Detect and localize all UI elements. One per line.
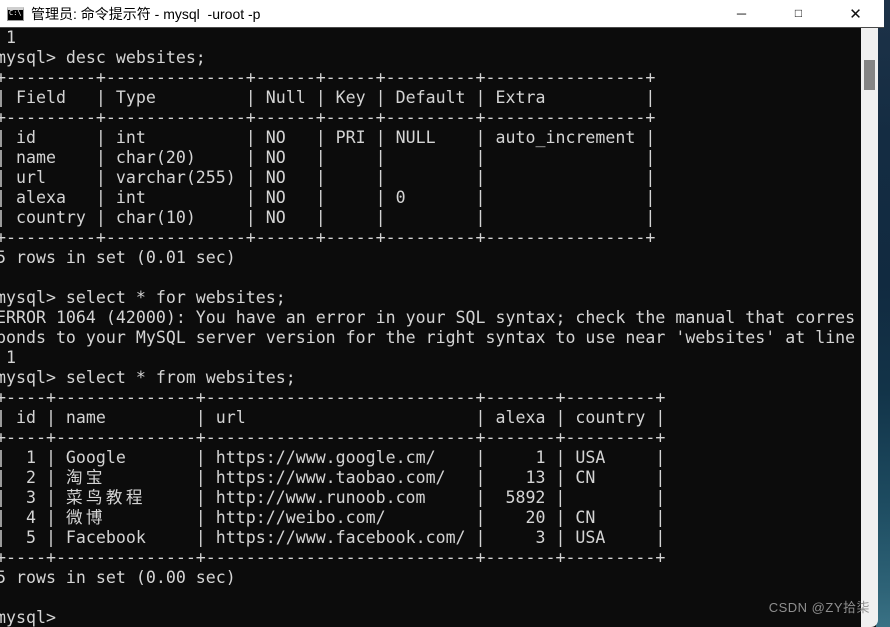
close-button[interactable]: ✕ xyxy=(827,0,884,27)
console-line: mysql> select * for websites; xyxy=(0,288,286,307)
console-line: +---------+--------------+------+-----+-… xyxy=(0,108,656,127)
console-line: | alexa | int | NO | | 0 | | xyxy=(0,188,656,207)
console-line: | url | varchar(255) | NO | | | | xyxy=(0,168,656,187)
scrollbar[interactable] xyxy=(861,28,878,627)
console-line: | 1 | Google | https://www.google.cm/ | … xyxy=(0,448,666,467)
scrollbar-thumb[interactable] xyxy=(864,60,875,90)
console-line: +----+--------------+-------------------… xyxy=(0,548,666,567)
titlebar[interactable]: C:\ 管理员: 命令提示符 - mysql -uroot -p ─ □ ✕ xyxy=(0,0,884,28)
window-controls: ─ □ ✕ xyxy=(713,0,884,27)
console-line: +---------+--------------+------+-----+-… xyxy=(0,68,656,87)
maximize-button[interactable]: □ xyxy=(770,0,827,27)
cmd-icon-text: C:\ xyxy=(9,8,22,17)
console-line: mysql> xyxy=(0,608,56,627)
console-line: | id | name | url | alexa | country | xyxy=(0,408,666,427)
console-line: | Field | Type | Null | Key | Default | … xyxy=(0,88,656,107)
console[interactable]: 1 mysql> desc websites; +---------+-------… xyxy=(0,28,861,627)
minimize-button[interactable]: ─ xyxy=(713,0,770,27)
console-line: mysql> desc websites; xyxy=(0,48,206,67)
cmd-window: C:\ 管理员: 命令提示符 - mysql -uroot -p ─ □ ✕ 1… xyxy=(0,0,884,627)
console-line: 5 rows in set (0.00 sec) xyxy=(0,568,236,587)
console-line: ERROR 1064 (42000): You have an error in… xyxy=(0,308,856,327)
console-line: | 3 | 菜鸟教程 | http://www.runoob.com | 589… xyxy=(0,488,666,507)
cmd-icon: C:\ xyxy=(7,6,24,21)
console-line: mysql> select * from websites; xyxy=(0,368,296,387)
console-line: +----+--------------+-------------------… xyxy=(0,388,666,407)
console-line: | name | char(20) | NO | | | | xyxy=(0,148,656,167)
console-line: | id | int | NO | PRI | NULL | auto_incr… xyxy=(0,128,656,147)
console-line: | 2 | 淘宝 | https://www.taobao.com/ | 13 … xyxy=(0,468,666,487)
console-line: | 4 | 微博 | http://weibo.com/ | 20 | CN | xyxy=(0,508,666,527)
console-line: | country | char(10) | NO | | | | xyxy=(0,208,656,227)
console-line: 1 xyxy=(5,348,16,367)
console-output: 1 mysql> desc websites; +---------+-------… xyxy=(0,28,861,627)
console-line: +---------+--------------+------+-----+-… xyxy=(0,228,656,247)
console-line: ponds to your MySQL server version for t… xyxy=(0,328,856,347)
console-line: | 5 | Facebook | https://www.facebook.co… xyxy=(0,528,666,547)
console-line: 5 rows in set (0.01 sec) xyxy=(0,248,236,267)
window-body: 1 mysql> desc websites; +---------+-------… xyxy=(0,28,878,627)
console-line: +----+--------------+-------------------… xyxy=(0,428,666,447)
console-line: 1 xyxy=(5,28,16,47)
window-title: 管理员: 命令提示符 - mysql -uroot -p xyxy=(31,5,261,22)
watermark: CSDN @ZY拾柒 xyxy=(768,600,870,615)
